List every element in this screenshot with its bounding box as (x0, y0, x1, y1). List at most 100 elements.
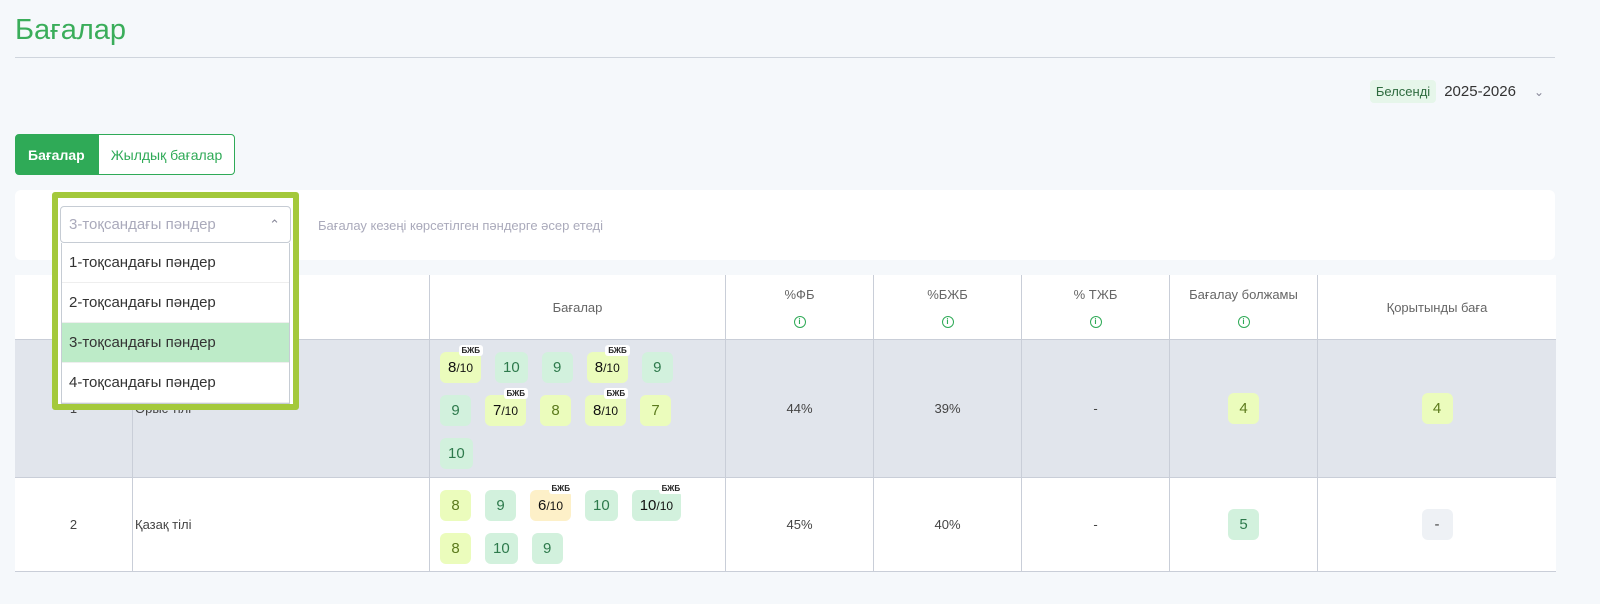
option-quarter-4[interactable]: 4-тоқсандағы пәндер (62, 363, 289, 403)
chevron-down-icon: ⌄ (1533, 84, 1544, 99)
info-icon[interactable]: i (941, 315, 954, 328)
header-final: Қорытынды баға (1386, 299, 1488, 315)
grade-chip[interactable]: 8/10 БЖБ (585, 388, 629, 426)
grade-value: 8 (448, 359, 457, 376)
info-icon[interactable]: i (1237, 315, 1250, 328)
grade-value: 8 (451, 497, 460, 514)
grade-value: 9 (496, 497, 505, 514)
option-quarter-2[interactable]: 2-тоқсандағы пәндер (62, 283, 289, 323)
header-forecast: Бағалау болжамы i (1170, 275, 1318, 339)
grade-value: 10 (493, 540, 510, 557)
grade-chip[interactable]: 10 (440, 438, 473, 469)
grade-value: 7 (493, 402, 502, 419)
divider (15, 57, 1555, 58)
forecast-chip: 4 (1228, 393, 1259, 424)
grade-chip[interactable]: 10 (495, 352, 528, 383)
grade-chip[interactable]: 7 (640, 395, 672, 426)
quarter-options: 1-тоқсандағы пәндер 2-тоқсандағы пәндер … (61, 243, 290, 404)
bzhb-value: 39% (874, 340, 1022, 477)
bzhb-value: 40% (874, 478, 1022, 571)
tab-grades[interactable]: Бағалар (15, 134, 98, 175)
grade-chip[interactable]: 9 (440, 395, 471, 426)
grade-value: 8 (593, 402, 602, 419)
final-cell: 4 (1318, 340, 1556, 477)
grade-type-tag: БЖБ (503, 388, 529, 399)
grade-chip[interactable]: 6/10 БЖБ (530, 483, 574, 521)
header-tzhb: % ТЖБ i (1022, 275, 1170, 339)
grade-chip[interactable]: 9 (541, 352, 573, 383)
grade-type-tag: БЖБ (605, 345, 630, 356)
chevron-up-icon: ⌃ (269, 216, 280, 232)
grade-value: 10 (593, 497, 610, 514)
grade-chip[interactable]: 8 (440, 490, 471, 521)
grade-value: 10 (448, 445, 465, 462)
forecast-cell: 5 (1170, 478, 1318, 571)
tzhb-value: - (1022, 340, 1170, 477)
quarter-dropdown-highlight: 3-тоқсандағы пәндер ⌃ 1-тоқсандағы пәнде… (52, 192, 299, 410)
header-fb-label: %ФБ (784, 286, 815, 302)
page-title: Бағалар (15, 14, 127, 46)
quarter-select-value: 3-тоқсандағы пәндер (69, 216, 216, 233)
tab-annual-grades[interactable]: Жылдық бағалар (97, 134, 236, 175)
status-badge: Белсенді (1369, 80, 1437, 103)
grade-value: 10 (639, 497, 657, 514)
grade-type-tag: БЖБ (548, 483, 574, 494)
forecast-chip: 5 (1228, 509, 1259, 540)
grade-max: /10 (501, 403, 519, 418)
grade-chip[interactable]: 7/10 БЖБ (485, 388, 529, 426)
fb-value: 45% (726, 478, 874, 571)
header-bzhb: %БЖБ i (874, 275, 1022, 339)
header-bzhb-label: %БЖБ (927, 286, 968, 302)
grade-chip[interactable]: 9 (641, 352, 673, 383)
grade-value: 8 (551, 402, 560, 419)
grade-value: 9 (553, 359, 562, 376)
grade-chip[interactable]: 10 (585, 490, 618, 521)
grade-chip[interactable]: 8/10 БЖБ (440, 345, 484, 383)
grade-type-tag: БЖБ (603, 388, 629, 399)
grade-type-tag: БЖБ (458, 345, 484, 356)
year-value: 2025-2026 (1444, 83, 1516, 100)
forecast-cell: 4 (1170, 340, 1318, 477)
header-fb: %ФБ i (726, 275, 874, 339)
grade-value: 8 (451, 540, 460, 557)
grade-chip[interactable]: 10 (485, 533, 518, 564)
grade-type-tag: БЖБ (658, 483, 684, 494)
year-selector[interactable]: Белсенді 2025-2026 ⌄ (1369, 80, 1544, 103)
grades-list: 8/10 БЖБ 10 9 8/10 БЖБ 9 9 7/10 БЖБ 8 8/10 БЖБ 7 10 (430, 340, 726, 477)
grade-value: 8 (594, 359, 604, 376)
grade-chip[interactable]: 9 (531, 533, 563, 564)
grade-chip[interactable]: 9 (485, 490, 516, 521)
row-num: 2 (15, 478, 133, 571)
header-grades: Бағалар (430, 275, 726, 339)
final-chip: 4 (1421, 393, 1453, 424)
final-chip: - (1421, 509, 1453, 540)
grade-max: /10 (456, 360, 474, 375)
grade-chip[interactable]: 8 (440, 533, 471, 564)
grade-chip[interactable]: 8/10 БЖБ (586, 345, 630, 383)
header-forecast-label: Бағалау болжамы (1189, 286, 1298, 302)
option-quarter-1[interactable]: 1-тоқсандағы пәндер (62, 243, 289, 283)
grade-value: 10 (503, 359, 520, 376)
tzhb-value: - (1022, 478, 1170, 571)
row-subject: Қазақ тілі (133, 478, 430, 571)
grade-max: /10 (603, 360, 620, 375)
grade-chip[interactable]: 10/10 БЖБ (631, 483, 684, 521)
grade-max: /10 (656, 498, 674, 513)
grade-max: /10 (601, 403, 619, 418)
grade-value: 7 (651, 402, 660, 419)
filter-hint: Бағалау кезеңі көрсетілген пәндерге әсер… (318, 218, 603, 233)
final-cell: - (1318, 478, 1556, 571)
grades-list: 8 9 6/10 БЖБ 10 10/10 БЖБ 8 10 9 (430, 478, 726, 571)
grade-max: /10 (546, 498, 564, 513)
info-icon[interactable]: i (1089, 315, 1102, 328)
grade-value: 9 (543, 540, 552, 557)
grade-chip[interactable]: 8 (540, 395, 572, 426)
grade-value: 6 (538, 497, 547, 514)
info-icon[interactable]: i (793, 315, 806, 328)
fb-value: 44% (726, 340, 874, 477)
quarter-select[interactable]: 3-тоқсандағы пәндер ⌃ (60, 206, 291, 243)
grade-value: 9 (451, 402, 460, 419)
option-quarter-3[interactable]: 3-тоқсандағы пәндер (62, 323, 289, 363)
table-row: 2 Қазақ тілі 8 9 6/10 БЖБ 10 10/10 БЖБ 8 10 9 45%… (15, 478, 1556, 572)
grade-value: 9 (653, 359, 662, 376)
